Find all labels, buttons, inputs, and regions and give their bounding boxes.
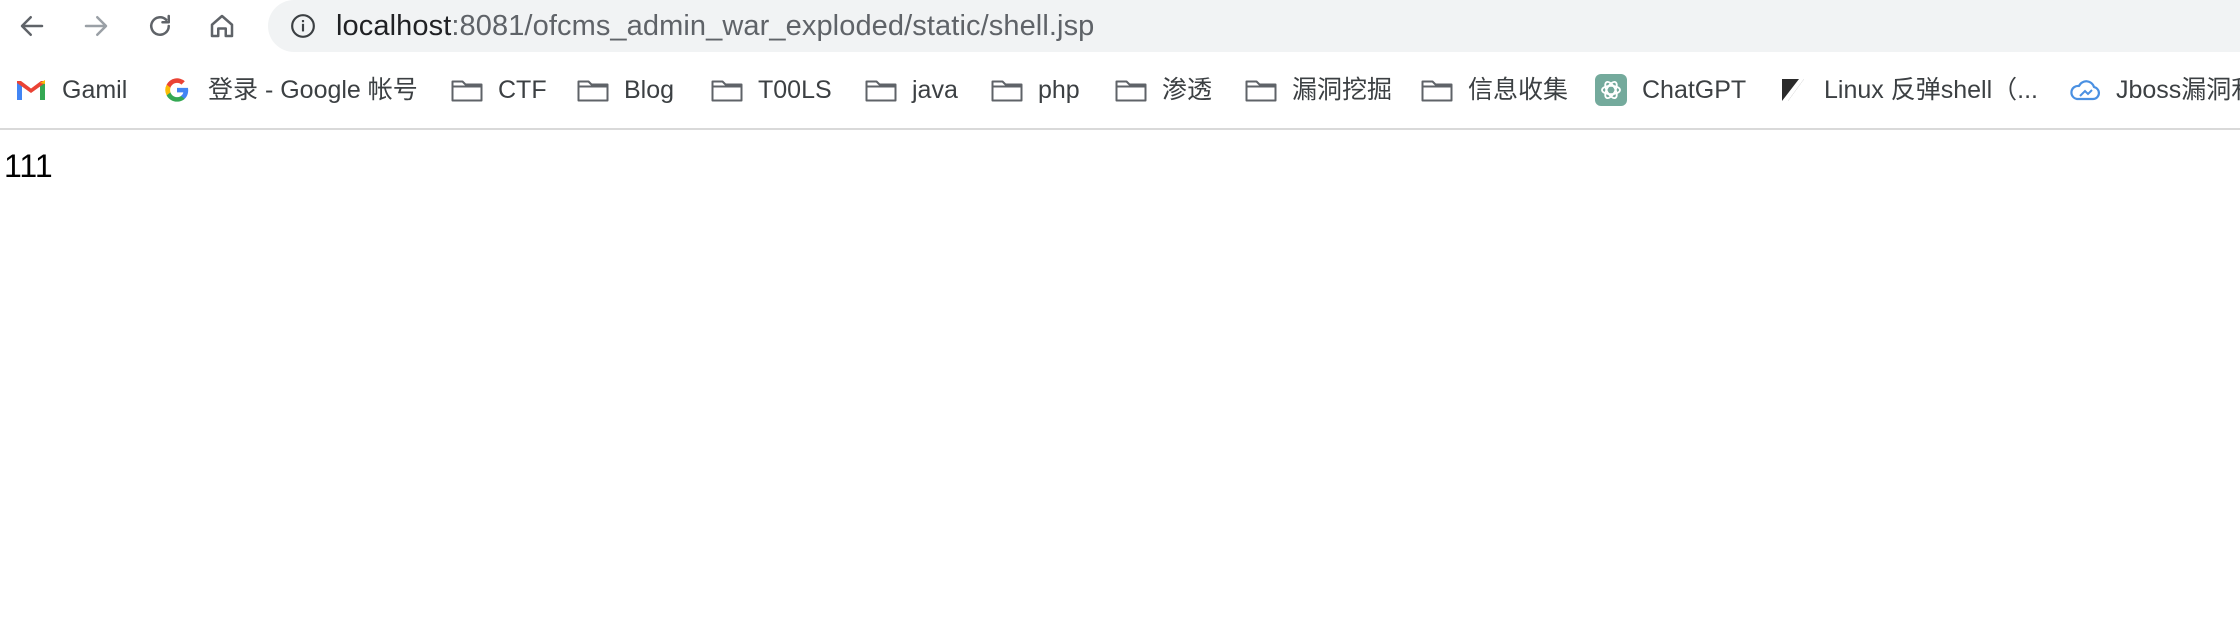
bookmark-jboss[interactable]: Jboss漏洞利 xyxy=(2068,68,2240,112)
bookmark-label: T00LS xyxy=(758,76,832,104)
bookmark-folder-vuln-hunting[interactable]: 漏洞挖掘 xyxy=(1244,68,1392,112)
arrow-right-icon xyxy=(84,16,108,36)
chatgpt-icon xyxy=(1594,73,1628,107)
bookmark-folder-t00ls[interactable]: T00LS xyxy=(710,68,832,112)
folder-icon xyxy=(1420,73,1454,107)
bookmark-label: CTF xyxy=(498,76,547,104)
bookmark-linux-reverse-shell[interactable]: Linux 反弹shell（... xyxy=(1776,68,2038,112)
bookmark-gamil[interactable]: Gamil xyxy=(14,68,127,112)
bookmark-label: 漏洞挖掘 xyxy=(1292,76,1393,104)
reload-button[interactable] xyxy=(140,6,180,46)
browser-chrome: localhost:8081/ofcms_admin_war_exploded/… xyxy=(0,0,2240,130)
folder-icon xyxy=(864,73,898,107)
bookmark-label: 信息收集 xyxy=(1468,76,1569,104)
slash-icon xyxy=(1776,73,1810,107)
address-bar[interactable]: localhost:8081/ofcms_admin_war_exploded/… xyxy=(268,0,2240,52)
bookmark-label: 渗透 xyxy=(1162,76,1213,104)
bookmark-label: Jboss漏洞利 xyxy=(2116,76,2240,104)
cloud-icon xyxy=(2068,73,2102,107)
site-info-icon[interactable] xyxy=(290,13,316,39)
google-icon xyxy=(160,73,194,107)
bookmark-folder-blog[interactable]: Blog xyxy=(576,68,674,112)
bookmark-folder-java[interactable]: java xyxy=(864,68,958,112)
bookmark-label: php xyxy=(1038,76,1080,104)
back-button[interactable] xyxy=(12,6,52,46)
bookmark-label: 登录 - Google 帐号 xyxy=(208,76,418,104)
url-text[interactable]: localhost:8081/ofcms_admin_war_exploded/… xyxy=(336,9,1094,43)
folder-icon xyxy=(990,73,1024,107)
forward-button[interactable] xyxy=(76,6,116,46)
bookmark-folder-info-gathering[interactable]: 信息收集 xyxy=(1420,68,1568,112)
bookmark-label: Blog xyxy=(624,76,675,104)
folder-icon xyxy=(1114,73,1148,107)
bookmark-google-account[interactable]: 登录 - Google 帐号 xyxy=(160,68,418,112)
reload-icon xyxy=(150,14,170,36)
bookmark-label: java xyxy=(912,76,958,104)
folder-icon xyxy=(1244,73,1278,107)
gmail-icon xyxy=(14,73,48,107)
bookmark-label: Gamil xyxy=(62,76,128,104)
bookmark-folder-pentest[interactable]: 渗透 xyxy=(1114,68,1212,112)
folder-icon xyxy=(450,73,484,107)
folder-icon xyxy=(576,73,610,107)
arrow-left-icon xyxy=(20,16,44,36)
bookmarks-bar: Gamil 登录 - Google 帐号 CTF Blog T00LS java… xyxy=(0,68,2240,112)
bookmark-label: ChatGPT xyxy=(1642,76,1747,104)
folder-icon xyxy=(710,73,744,107)
page-body-text: 111 xyxy=(4,148,53,184)
url-path: :8081/ofcms_admin_war_exploded/static/sh… xyxy=(451,10,1095,42)
home-button[interactable] xyxy=(202,6,242,46)
url-host: localhost xyxy=(336,10,452,42)
home-icon xyxy=(210,14,234,38)
bookmark-label: Linux 反弹shell（... xyxy=(1824,76,2038,104)
bookmark-chatgpt[interactable]: ChatGPT xyxy=(1594,68,1746,112)
bookmark-folder-php[interactable]: php xyxy=(990,68,1080,112)
bookmark-folder-ctf[interactable]: CTF xyxy=(450,68,547,112)
browser-toolbar: localhost:8081/ofcms_admin_war_exploded/… xyxy=(0,0,2240,52)
